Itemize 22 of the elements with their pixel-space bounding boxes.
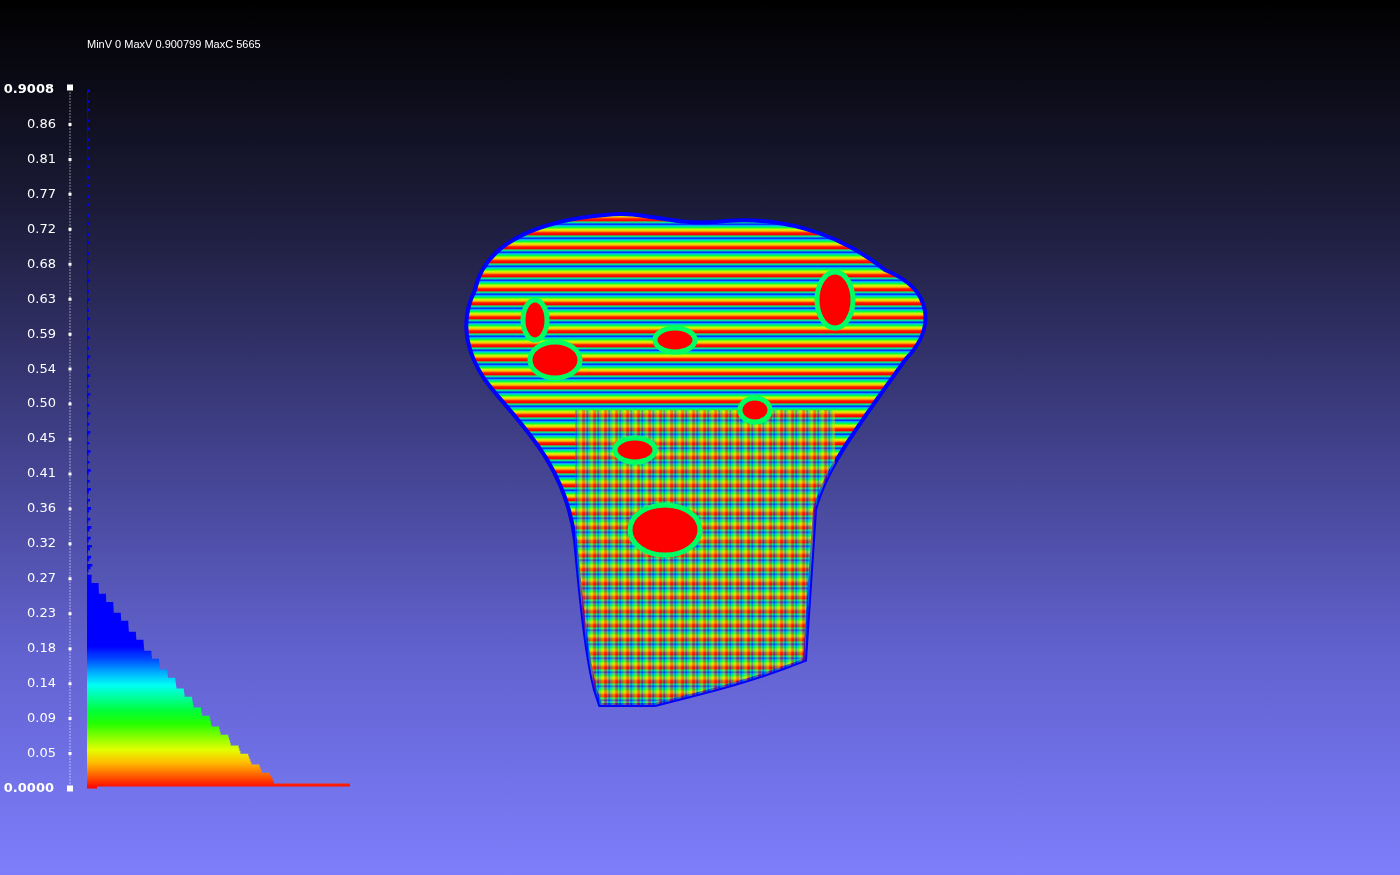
scale-label: 0.05 xyxy=(26,743,56,762)
scale-label: 0.18 xyxy=(26,639,56,657)
scale-label: 0.50 xyxy=(26,394,56,413)
scale-label: 0.9008 xyxy=(2,80,54,98)
scale-label: 0.41 xyxy=(26,464,56,483)
scale-label: 0.23 xyxy=(26,604,56,623)
scale-label: 0.14 xyxy=(26,673,56,692)
scale-label: 0.81 xyxy=(26,149,56,168)
scale-label: 0.27 xyxy=(26,569,56,588)
scale-label: 0.54 xyxy=(26,359,56,378)
scale-label: 0.45 xyxy=(26,429,56,448)
scale-label: 0.0000 xyxy=(2,778,54,797)
scale-label: 0.36 xyxy=(26,499,56,518)
scale-label: 0.72 xyxy=(26,219,56,238)
scale-label: 0.86 xyxy=(26,114,56,133)
scale-label: 0.68 xyxy=(26,254,56,273)
info-text: MinV 0 MaxV 0.900799 MaxC 5665 xyxy=(87,38,261,50)
scale-label: 0.09 xyxy=(26,708,56,727)
scale-label: 0.32 xyxy=(26,534,56,553)
scale-label: 0.63 xyxy=(26,289,56,308)
scale-label: 0.77 xyxy=(26,184,56,203)
scale-label: 0.59 xyxy=(26,324,56,343)
